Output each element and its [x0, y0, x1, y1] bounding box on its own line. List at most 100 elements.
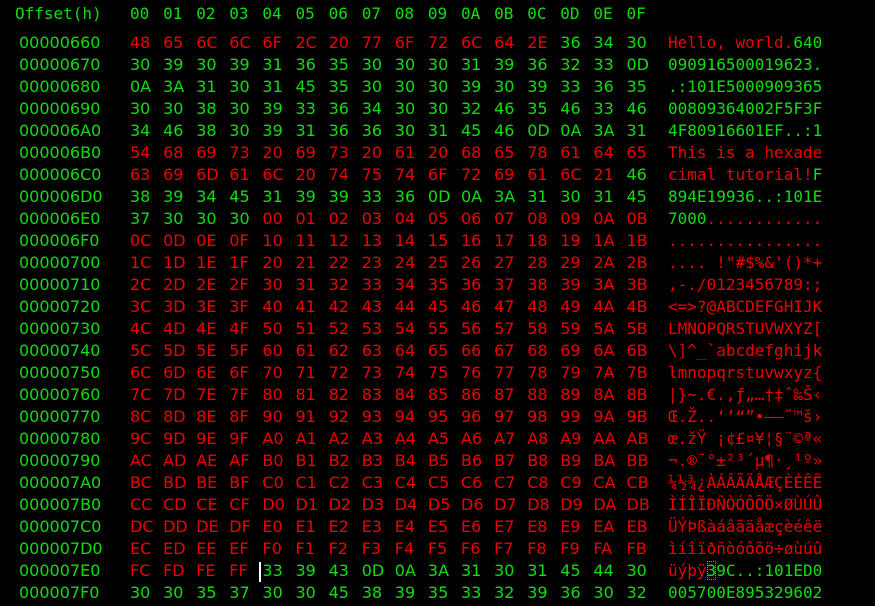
ascii-char[interactable]: K [813, 297, 823, 316]
hex-byte[interactable]: 45 [428, 297, 448, 316]
hex-byte[interactable]: 30 [627, 33, 647, 52]
hex-byte[interactable]: 31 [527, 561, 547, 580]
ascii-char[interactable]: ] [678, 341, 688, 360]
ascii-char[interactable]: 5 [687, 583, 697, 602]
hex-byte[interactable]: 93 [362, 407, 382, 426]
ascii-char[interactable]: ø [784, 539, 794, 558]
ascii-char[interactable]: 1 [755, 121, 765, 140]
hex-byte[interactable]: D0 [262, 495, 285, 514]
hex-byte[interactable]: 20 [329, 33, 349, 52]
hex-byte[interactable]: F3 [362, 539, 381, 558]
hex-byte[interactable]: 08 [527, 209, 547, 228]
ascii-char[interactable]: 8 [784, 275, 794, 294]
ascii-char[interactable]: . [813, 231, 823, 250]
hex-byte[interactable]: C6 [461, 473, 482, 492]
hex-byte[interactable]: 39 [560, 275, 580, 294]
ascii-char[interactable]: ! [716, 253, 726, 272]
hex-byte[interactable]: 30 [395, 77, 415, 96]
hex-byte[interactable]: C8 [527, 473, 548, 492]
ascii-char[interactable]: à [707, 517, 717, 536]
hex-byte[interactable]: D3 [362, 495, 385, 514]
hex-byte[interactable]: 4A [593, 297, 614, 316]
ascii-char[interactable]: 9 [716, 187, 726, 206]
hex-byte[interactable]: 36 [395, 187, 415, 206]
ascii-char[interactable]: @ [707, 297, 717, 316]
hex-byte[interactable]: 30 [494, 77, 514, 96]
hex-byte[interactable]: 30 [163, 209, 183, 228]
ascii-char[interactable]: 9 [716, 561, 726, 580]
hex-byte[interactable]: 67 [494, 341, 514, 360]
hex-byte[interactable]: 6C [196, 33, 217, 52]
hex-byte[interactable]: 76 [461, 363, 481, 382]
hex-byte[interactable]: 4E [196, 319, 216, 338]
hex-byte[interactable]: A6 [461, 429, 482, 448]
hex-byte[interactable]: 85 [428, 385, 448, 404]
hex-byte[interactable]: F4 [395, 539, 414, 558]
ascii-char[interactable]: s [697, 143, 707, 162]
hex-byte[interactable]: CF [229, 495, 249, 514]
ascii-char[interactable]: 9 [793, 275, 803, 294]
ascii-text[interactable]: .... !"#$%&'()*+ [668, 253, 822, 272]
hex-byte[interactable]: 30 [494, 561, 514, 580]
ascii-char[interactable]: l [668, 363, 678, 382]
hex-byte[interactable]: 2A [593, 253, 614, 272]
ascii-char[interactable]: Ø [784, 495, 794, 514]
hex-byte[interactable]: 2E [527, 33, 547, 52]
ascii-char[interactable]: 3 [793, 77, 803, 96]
hex-byte[interactable]: 69 [560, 341, 580, 360]
ascii-char[interactable]: 0 [813, 561, 823, 580]
hex-byte[interactable]: 6E [196, 363, 216, 382]
ascii-text[interactable]: This is a hexade [668, 143, 822, 162]
ascii-char[interactable]: i [716, 143, 726, 162]
hex-byte[interactable]: 35 [329, 55, 349, 74]
ascii-char[interactable]: 0 [735, 55, 745, 74]
ascii-char[interactable]: µ [755, 451, 765, 470]
hex-byte[interactable]: 90 [262, 407, 282, 426]
ascii-char[interactable]: i [774, 165, 784, 184]
hex-byte[interactable]: 69 [196, 143, 216, 162]
hex-byte[interactable]: 3C [130, 297, 151, 316]
ascii-char[interactable]: . [697, 385, 707, 404]
hex-byte[interactable]: E4 [395, 517, 415, 536]
hex-byte[interactable]: 45 [560, 561, 580, 580]
ascii-char[interactable]: ª [803, 429, 813, 448]
ascii-char[interactable]: ¯ [697, 451, 707, 470]
ascii-char[interactable]: . [687, 231, 697, 250]
hex-byte[interactable]: 11 [296, 231, 316, 250]
ascii-char[interactable]: 0 [697, 209, 707, 228]
ascii-char[interactable]: ÿ [697, 561, 707, 580]
hex-byte[interactable]: 62 [329, 341, 349, 360]
hex-byte[interactable]: 48 [527, 297, 547, 316]
hex-byte[interactable]: 30 [229, 99, 249, 118]
ascii-char[interactable]: 1 [803, 187, 813, 206]
ascii-char[interactable]: w [774, 363, 784, 382]
hex-byte[interactable]: FB [627, 539, 647, 558]
ascii-char[interactable]: 9 [697, 55, 707, 74]
hex-byte[interactable]: 04 [395, 209, 415, 228]
ascii-text[interactable]: ¼½¾¿ÀÁÂÃÄÅÆÇÈÉÊË [668, 473, 822, 492]
ascii-char[interactable]: N [687, 319, 697, 338]
hex-byte[interactable]: A0 [262, 429, 283, 448]
ascii-char[interactable]: . [678, 231, 688, 250]
hex-byte[interactable]: 83 [362, 385, 382, 404]
ascii-text[interactable]: ¬.®¯°±²³´µ¶·¸¹º» [668, 451, 822, 470]
ascii-char[interactable]: o [745, 33, 755, 52]
ascii-char[interactable]: E [764, 121, 774, 140]
hex-byte[interactable]: A3 [362, 429, 383, 448]
hex-byte[interactable]: 21 [296, 253, 316, 272]
ascii-char[interactable]: > [687, 297, 697, 316]
hex-byte[interactable]: 35 [196, 583, 216, 602]
hex-byte[interactable]: 38 [130, 187, 150, 206]
ascii-char[interactable]: a [784, 165, 794, 184]
ascii-char[interactable]: r [764, 165, 774, 184]
hex-byte[interactable]: 5B [627, 319, 648, 338]
hex-byte[interactable]: 33 [296, 99, 316, 118]
hex-byte[interactable]: 54 [130, 143, 150, 162]
ascii-char[interactable]: 7 [668, 209, 678, 228]
hex-byte[interactable]: C1 [296, 473, 317, 492]
hex-byte[interactable]: 8F [229, 407, 248, 426]
hex-byte[interactable]: 80 [262, 385, 282, 404]
hex-byte[interactable]: 16 [461, 231, 481, 250]
hex-byte[interactable]: 32 [461, 99, 481, 118]
ascii-char[interactable]: x [784, 143, 794, 162]
